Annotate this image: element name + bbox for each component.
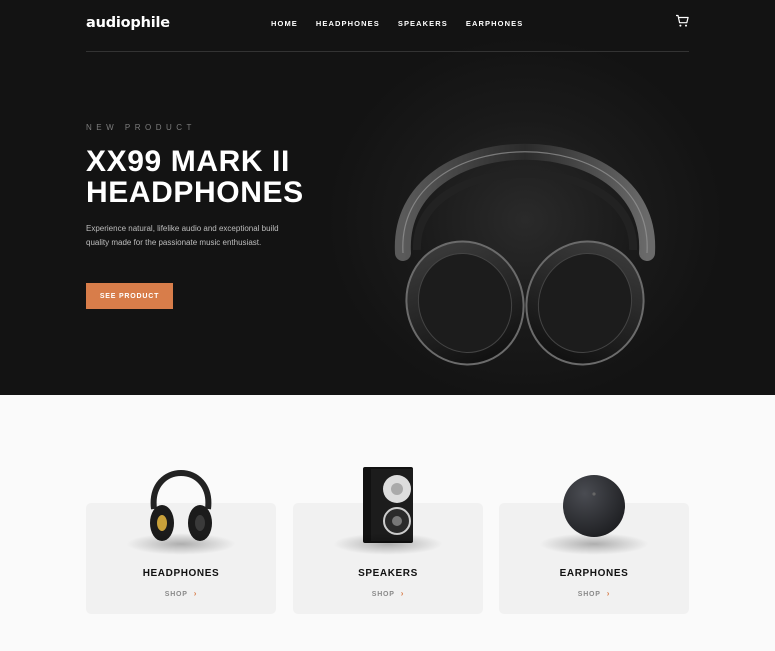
- nav-link-earphones[interactable]: EARPHONES: [466, 19, 523, 28]
- card-shadow: [333, 533, 443, 555]
- cart-icon[interactable]: [675, 14, 689, 28]
- hero-description: Experience natural, lifelike audio and e…: [86, 224, 279, 247]
- chevron-right-icon: ›: [193, 589, 198, 598]
- brand-logo[interactable]: audiophile: [86, 15, 170, 31]
- category-title: EARPHONES: [559, 568, 629, 579]
- nav-link-headphones[interactable]: HEADPHONES: [316, 19, 380, 28]
- chevron-right-icon: ›: [400, 589, 405, 598]
- card-shadow: [126, 533, 236, 555]
- hero-title: XX99 MARK II HEADPHONES: [86, 145, 304, 209]
- shop-label: SHOP: [371, 591, 395, 598]
- category-title: HEADPHONES: [142, 568, 220, 579]
- category-title: SPEAKERS: [358, 568, 418, 579]
- shop-label: SHOP: [577, 591, 601, 598]
- shop-label: SHOP: [164, 591, 188, 598]
- card-shadow: [539, 533, 649, 555]
- earphones-thumbnail: [563, 475, 625, 537]
- see-product-button[interactable]: SEE PRODUCT: [86, 283, 173, 309]
- chevron-right-icon: ›: [606, 589, 611, 598]
- category-card-speakers[interactable]: SPEAKERS SHOP ›: [293, 467, 483, 614]
- hero-section: audiophile HOME HEADPHONES SPEAKERS EARP…: [0, 0, 775, 395]
- nav-link-speakers[interactable]: SPEAKERS: [398, 19, 448, 28]
- shop-link[interactable]: SHOP ›: [293, 589, 483, 598]
- category-card-earphones[interactable]: EARPHONES SHOP ›: [499, 475, 689, 614]
- shop-link[interactable]: SHOP ›: [499, 589, 689, 598]
- nav-links: HOME HEADPHONES SPEAKERS EARPHONES: [271, 19, 523, 28]
- hero-headphones-image: [394, 143, 656, 366]
- hero-overline: NEW PRODUCT: [86, 123, 196, 132]
- top-navigation: audiophile HOME HEADPHONES SPEAKERS EARP…: [86, 0, 689, 52]
- category-card-headphones[interactable]: HEADPHONES SHOP ›: [86, 470, 276, 614]
- nav-link-home[interactable]: HOME: [271, 19, 298, 28]
- shop-link[interactable]: SHOP ›: [86, 589, 276, 598]
